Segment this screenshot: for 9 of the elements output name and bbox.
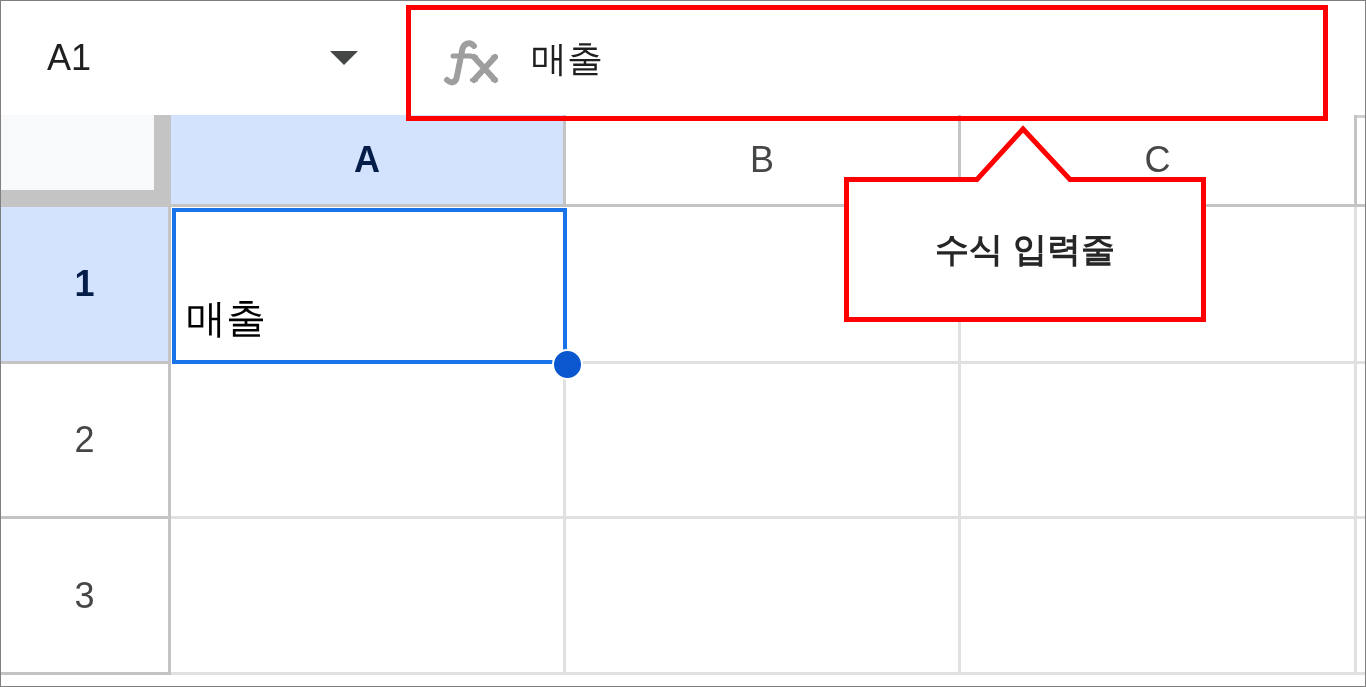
function-icon [443,40,499,86]
formula-input[interactable]: 매출 [531,10,1323,116]
caret-icon [330,51,358,65]
row-header[interactable]: 3 [1,519,171,675]
row-header[interactable]: 2 [1,364,171,519]
column-header[interactable]: A [171,115,566,207]
callout-text: 수식 입력줄 [935,229,1115,270]
row-header[interactable]: 1 [1,207,171,364]
table-cell[interactable]: 매출 [172,208,567,364]
